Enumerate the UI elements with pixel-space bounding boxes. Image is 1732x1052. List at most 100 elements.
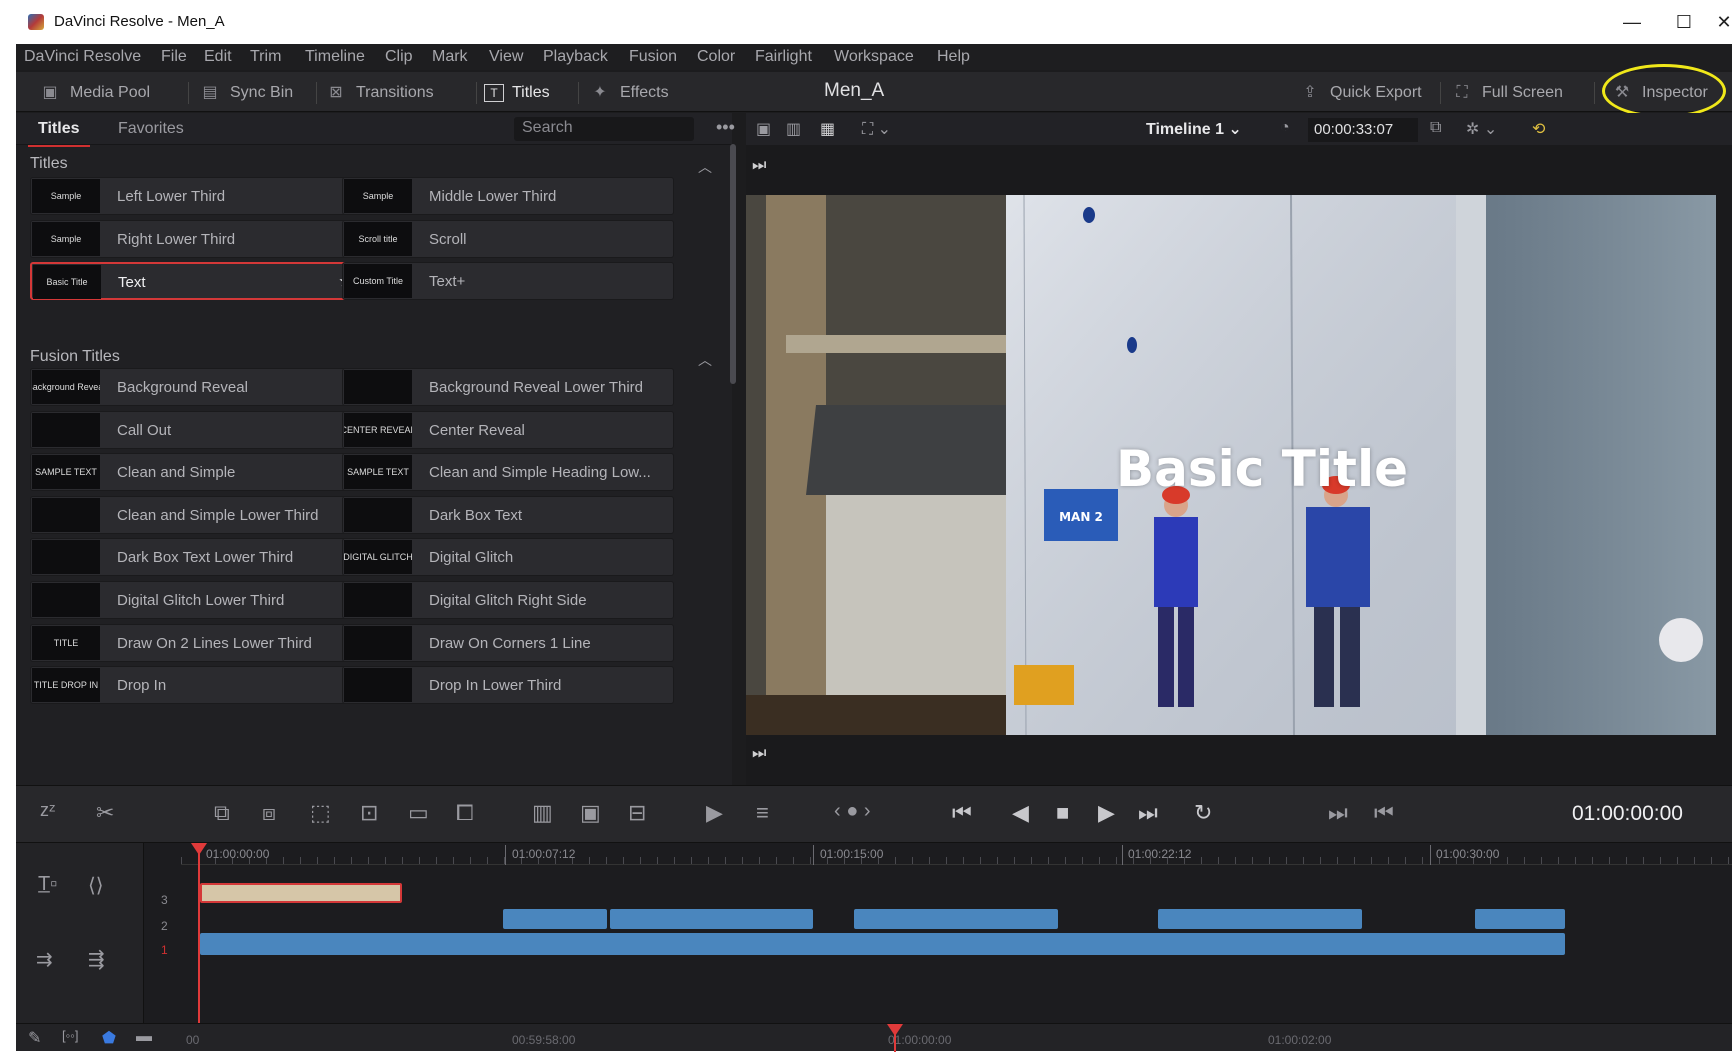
tab-titles[interactable]: Titles — [28, 120, 89, 147]
viewer-options-icon[interactable]: ✲ ⌄ — [1466, 119, 1497, 139]
track-options-icon[interactable]: ⇉ — [36, 947, 53, 972]
tab-favorites[interactable]: Favorites — [118, 120, 184, 138]
clone-icon[interactable]: ⧉ — [1430, 119, 1441, 137]
title-item[interactable]: Clean and Simple Lower Third — [30, 495, 362, 534]
go-to-start-icon[interactable]: ⏮ — [952, 800, 972, 826]
play-icon-small[interactable]: ▶ — [706, 800, 723, 826]
link-icon[interactable]: ⟨⟩ — [88, 873, 104, 898]
auto-icon[interactable]: ⟲ — [1532, 119, 1545, 139]
full-screen-button[interactable]: ⛶ Full Screen — [1450, 80, 1563, 106]
title-item[interactable]: Custom Title Text+ — [342, 262, 674, 301]
collapse-chevron-icon[interactable]: ︿ — [698, 350, 712, 370]
title-item[interactable]: TITLE DROP IN Drop In — [30, 666, 362, 705]
title-item[interactable]: Background Reveal Lower Third — [342, 368, 674, 406]
video-clip-v2[interactable] — [503, 909, 607, 929]
audio-meter-icon[interactable]: [◦◦] — [62, 1028, 78, 1043]
edit-icon[interactable]: ✎ — [28, 1028, 41, 1048]
title-item[interactable]: Digital Glitch Right Side — [342, 581, 674, 619]
loop-icon[interactable]: ↻ — [1194, 800, 1212, 826]
video-clip-v2[interactable] — [1158, 909, 1362, 929]
title-item[interactable]: Background Reveal Background Reveal — [30, 368, 362, 406]
menu-davinci-resolve[interactable]: DaVinci Resolve — [24, 48, 141, 66]
go-to-last-frame-icon[interactable]: ⏭ — [752, 745, 766, 763]
sliders-icon[interactable]: ≡ — [756, 800, 769, 826]
overview-playhead[interactable] — [887, 1024, 903, 1052]
menu-file[interactable]: File — [161, 48, 187, 66]
video-clip-v1[interactable] — [200, 933, 1565, 955]
maximize-button[interactable]: ☐ — [1664, 8, 1704, 36]
title-item[interactable]: Scroll title Scroll — [342, 219, 674, 258]
menu-color[interactable]: Color — [697, 48, 735, 66]
play-icon[interactable]: ▶ — [1098, 800, 1115, 826]
title-item[interactable]: Dark Box Text — [342, 495, 674, 534]
title-item[interactable]: Basic TitleText★ — [30, 262, 362, 301]
audio-track-options-icon[interactable]: ⇶ — [88, 947, 105, 972]
title-item[interactable]: TITLE Draw On 2 Lines Lower Third — [30, 623, 362, 662]
cinema-viewer-icon[interactable]: ▦ — [820, 119, 835, 139]
step-back-icon[interactable]: ◀ — [1012, 800, 1029, 826]
menu-view[interactable]: View — [489, 48, 523, 66]
panel-scrollbar[interactable] — [730, 144, 736, 384]
marker-icon[interactable]: ⬟ — [102, 1028, 116, 1048]
title-item[interactable]: Digital Glitch Lower Third — [30, 581, 362, 619]
mark-in-icon[interactable]: ⏭ — [1328, 800, 1348, 826]
mark-out-icon[interactable]: ⏮ — [1374, 800, 1394, 826]
title-item[interactable]: SAMPLE TEXT Clean and Simple — [30, 453, 362, 492]
video-clip-v2[interactable] — [610, 909, 813, 929]
menu-fairlight[interactable]: Fairlight — [755, 48, 812, 66]
menu-fusion[interactable]: Fusion — [629, 48, 677, 66]
close-up-icon[interactable]: ▣ — [580, 800, 601, 826]
ripple-overwrite-icon[interactable]: ⧠ — [456, 800, 474, 826]
dual-viewer-icon[interactable]: ▥ — [786, 119, 801, 139]
menu-clip[interactable]: Clip — [385, 48, 413, 66]
viewer-size-icon[interactable]: ⛶ ⌄ — [862, 119, 891, 139]
menu-workspace[interactable]: Workspace — [834, 48, 914, 66]
subtitle-icon[interactable]: ▬ — [136, 1028, 152, 1046]
go-to-end-icon[interactable]: ⏭ — [1138, 800, 1158, 826]
title-item[interactable]: Sample Left Lower Third — [30, 177, 362, 215]
media-pool-button[interactable]: ▣ Media Pool — [38, 80, 150, 106]
main-timecode[interactable]: 01:00:00:00 — [1572, 802, 1683, 826]
append-icon[interactable]: ▥ — [532, 800, 553, 826]
razor-icon[interactable]: ✂ — [96, 800, 114, 826]
prev-next-marker-icon[interactable]: ‹ ● › — [834, 800, 871, 823]
add-title-track-icon[interactable]: T̲▫ — [38, 873, 57, 896]
menu-mark[interactable]: Mark — [432, 48, 468, 66]
menu-trim[interactable]: Trim — [250, 48, 281, 66]
video-clip-v2[interactable] — [854, 909, 1058, 929]
effects-button[interactable]: ✦ Effects — [588, 80, 668, 106]
title-overlay-text[interactable]: Basic Title — [1116, 440, 1408, 498]
video-clip-v2[interactable] — [1475, 909, 1565, 929]
transitions-button[interactable]: ⊠ Transitions — [324, 80, 433, 106]
title-item[interactable]: Drop In Lower Third — [342, 666, 674, 705]
titles-button[interactable]: T Titles — [484, 80, 550, 106]
source-overwrite-icon[interactable]: ⊟ — [628, 800, 646, 826]
playhead[interactable] — [191, 843, 207, 1023]
overwrite-clip-icon[interactable]: ⧈ — [262, 800, 276, 826]
title-item[interactable]: DIGITAL GLITCH Digital Glitch — [342, 538, 674, 577]
title-clip[interactable] — [200, 883, 402, 903]
close-button[interactable]: ✕ — [1716, 8, 1732, 36]
title-item[interactable]: Dark Box Text Lower Third — [30, 538, 362, 577]
go-to-first-frame-icon[interactable]: ⏭ — [752, 157, 766, 175]
minimize-button[interactable]: — — [1612, 8, 1652, 36]
single-viewer-icon[interactable]: ▣ — [756, 119, 771, 139]
menu-timeline[interactable]: Timeline — [305, 48, 365, 66]
search-input[interactable]: Search — [514, 117, 694, 141]
title-item[interactable]: Sample Middle Lower Third — [342, 177, 674, 215]
snooze-icon[interactable]: zᶻ — [40, 800, 55, 821]
menu-edit[interactable]: Edit — [204, 48, 232, 66]
stop-icon[interactable]: ■ — [1056, 800, 1069, 826]
timecode-display[interactable]: 00:00:33:07 — [1308, 118, 1418, 142]
timeline-selector[interactable]: Timeline 1 ⌄ — [1146, 119, 1242, 139]
sync-bin-button[interactable]: ▤ Sync Bin — [198, 80, 293, 106]
fit-to-fill-icon[interactable]: ⊡ — [360, 800, 378, 826]
title-item[interactable]: Call Out — [30, 410, 362, 449]
replace-clip-icon[interactable]: ⬚ — [310, 800, 331, 826]
quick-export-button[interactable]: ⇪ Quick Export — [1298, 80, 1421, 106]
title-item[interactable]: Sample Right Lower Third — [30, 219, 362, 258]
menu-help[interactable]: Help — [937, 48, 970, 66]
title-item[interactable]: CENTER REVEAL Center Reveal — [342, 410, 674, 449]
place-on-top-icon[interactable]: ▭ — [408, 800, 429, 826]
insert-clip-icon[interactable]: ⧉ — [214, 800, 230, 826]
